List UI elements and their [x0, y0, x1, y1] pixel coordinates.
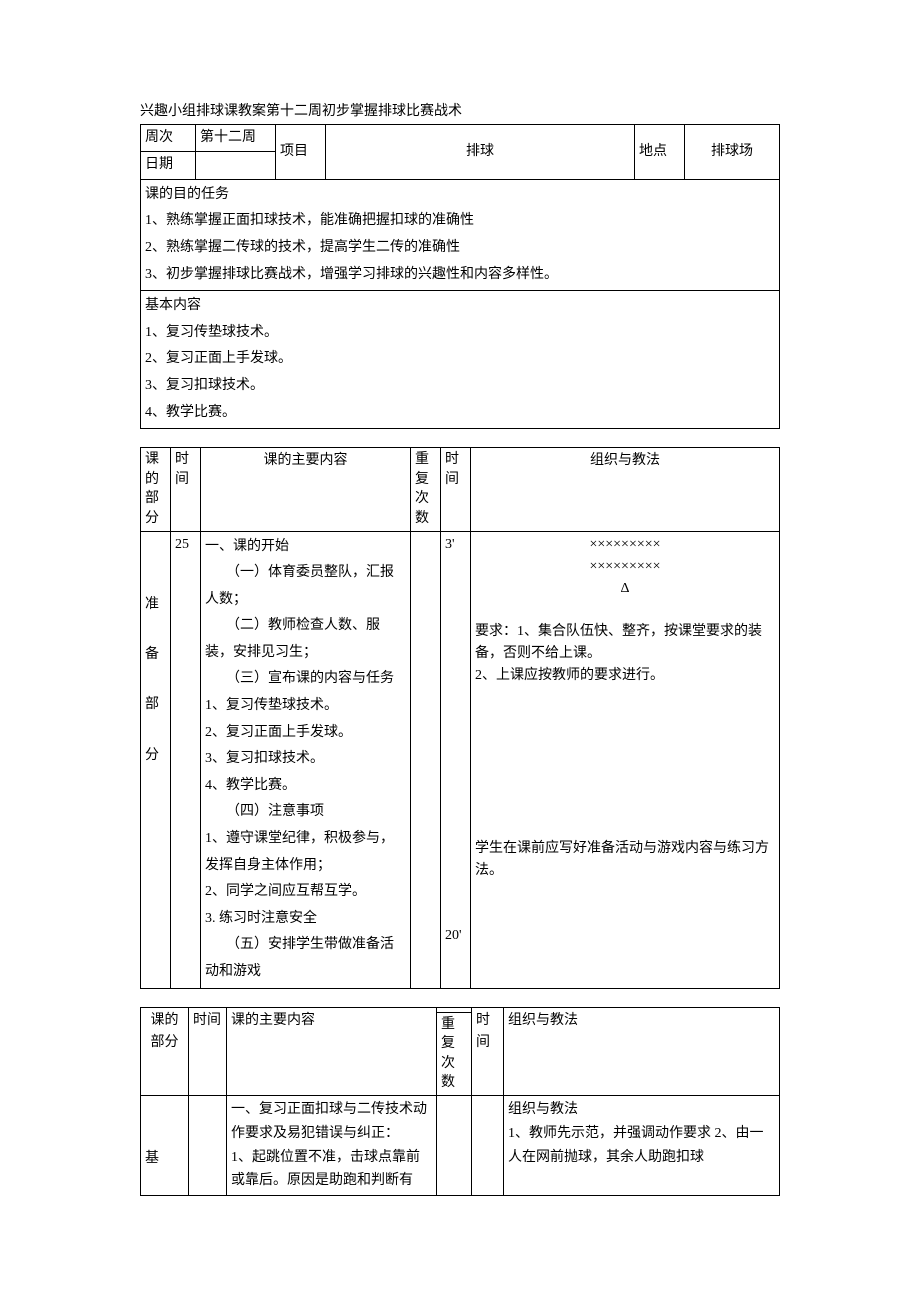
t2-h5: 时间 [441, 448, 471, 531]
page-title: 兴趣小组排球课教案第十二周初步掌握排球比赛战术 [140, 100, 780, 120]
t2-org: ××××××××× ××××××××× Δ 要求：1、集合队伍快、整齐，按课堂要… [471, 531, 780, 988]
t2-h2: 时间 [171, 448, 201, 531]
basics-2: 2、复习正面上手发球。 [145, 346, 775, 373]
objectives-heading: 课的目的任务 [145, 182, 775, 209]
t3-h4: 重复次数 [437, 1012, 472, 1095]
prep-table: 课的部分 时间 课的主要内容 重复次数 时间 组织与教法 准 备 部 分 25 … [140, 447, 780, 988]
t3-content: 一、复习正面扣球与二传技术动作要求及易犯错误与纠正： 1、起跳位置不准，击球点靠… [227, 1095, 437, 1195]
basics-3: 3、复习扣球技术。 [145, 373, 775, 400]
t3-section: 基 [141, 1095, 189, 1195]
t3-time2 [472, 1095, 504, 1195]
t2-org-symbols: ××××××××× ××××××××× Δ [475, 534, 775, 601]
t2-reps [411, 531, 441, 988]
t3-time [189, 1095, 227, 1195]
t2-h3: 课的主要内容 [201, 448, 411, 531]
t2-org-req: 要求：1、集合队伍快、整齐，按课堂要求的装备，否则不给上课。 2、上课应按教师的… [475, 621, 775, 688]
t2-h6: 组织与教法 [471, 448, 780, 531]
t2-time2-top: 3' [445, 534, 455, 556]
t2-time1: 25 [171, 531, 201, 988]
place-value: 排球场 [685, 125, 780, 180]
t2-h1: 课的部分 [141, 448, 171, 531]
t3-h2: 时间 [189, 1007, 227, 1095]
t3-reps [437, 1095, 472, 1195]
basics-4: 4、教学比赛。 [145, 400, 775, 427]
basics-heading: 基本内容 [145, 293, 775, 320]
t3-h5: 时间 [472, 1007, 504, 1095]
t2-content: 一、课的开始 （一）体育委员整队，汇报人数； （二）教师检查人数、服装，安排见习… [201, 531, 411, 988]
basics-1: 1、复习传垫球技术。 [145, 320, 775, 347]
date-value [196, 152, 276, 179]
t3-h1: 课的部分 [141, 1007, 189, 1095]
subject-label: 项目 [276, 125, 326, 180]
t2-h4: 重复次数 [411, 448, 441, 531]
basic-table: 课的部分 时间 课的主要内容 时间 组织与教法 重复次数 基 一、复习正面扣球与… [140, 1007, 780, 1197]
t2-time2-bottom: 20' [445, 925, 462, 947]
date-label: 日期 [141, 152, 196, 179]
basics-cell: 基本内容 1、复习传垫球技术。 2、复习正面上手发球。 3、复习扣球技术。 4、… [141, 291, 780, 429]
objective-1: 1、熟练掌握正面扣球技术，能准确把握扣球的准确性 [145, 208, 775, 235]
t3-h3: 课的主要内容 [227, 1007, 437, 1095]
objective-3: 3、初步掌握排球比赛战术，增强学习排球的兴趣性和内容多样性。 [145, 262, 775, 289]
header-table: 周次 第十二周 项目 排球 地点 排球场 日期 课的目的任务 1、熟练掌握正面扣… [140, 124, 780, 429]
subject-value: 排球 [326, 125, 635, 180]
objectives-cell: 课的目的任务 1、熟练掌握正面扣球技术，能准确把握扣球的准确性 2、熟练掌握二传… [141, 179, 780, 290]
place-label: 地点 [635, 125, 685, 180]
week-label: 周次 [141, 125, 196, 152]
t2-time2: 3' 20' [441, 531, 471, 988]
objective-2: 2、熟练掌握二传球的技术，提高学生二传的准确性 [145, 235, 775, 262]
t2-org-note: 学生在课前应写好准备活动与游戏内容与练习方法。 [475, 838, 775, 883]
t2-section: 准 备 部 分 [141, 531, 171, 988]
week-value: 第十二周 [196, 125, 276, 152]
t3-org: 组织与教法 1、教师先示范，并强调动作要求 2、由一人在网前抛球，其余人助跑扣球 [504, 1095, 780, 1195]
t3-h6: 组织与教法 [504, 1007, 780, 1095]
